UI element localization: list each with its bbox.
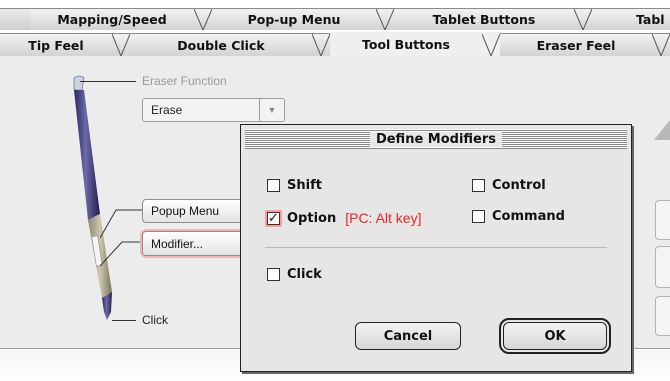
tab-divider <box>574 9 592 30</box>
leader-lines-buttons <box>100 209 142 267</box>
tab-divider <box>312 34 330 56</box>
click-checkbox[interactable] <box>267 268 280 281</box>
upper-button-popup[interactable]: Popup Menu <box>142 199 252 223</box>
option-checkbox[interactable]: ✓ <box>267 210 280 226</box>
control-checkbox-row[interactable]: Control <box>472 178 546 193</box>
tab-divider <box>194 9 212 30</box>
eraser-function-label: Eraser Function <box>142 74 227 88</box>
tab-label: Mapping/Speed <box>57 12 167 27</box>
tab-label: Double Click <box>177 37 265 53</box>
tab-label: Tool Buttons <box>362 36 450 52</box>
dialog-separator <box>265 247 607 248</box>
tab-label: Pop-up Menu <box>247 12 341 27</box>
shift-checkbox-row[interactable]: Shift <box>267 178 322 193</box>
tab-popup-menu[interactable]: Pop-up Menu <box>212 9 394 30</box>
tab-divider <box>652 34 670 56</box>
tab-label: Tablet Buttons <box>432 12 536 27</box>
leader-line-eraser <box>80 81 136 82</box>
shift-checkbox[interactable] <box>267 179 280 192</box>
edge-control-2[interactable] <box>655 246 670 288</box>
tab-row-upper: Mapping/Speed Pop-up Menu Tablet Buttons… <box>0 8 670 30</box>
upper-button-value: Popup Menu <box>151 204 220 218</box>
triangle-icon <box>654 120 670 140</box>
checkmark-icon: ✓ <box>268 210 279 226</box>
pen-illustration <box>73 75 112 320</box>
option-checkbox-row[interactable]: ✓ Option [PC: Alt key] <box>267 210 421 226</box>
dialog-titlebar[interactable]: Define Modifiers <box>245 129 627 149</box>
option-label: Option <box>287 210 337 226</box>
edge-control-3[interactable] <box>655 296 670 336</box>
click-checkbox-row[interactable]: Click <box>267 267 322 282</box>
command-checkbox-row[interactable]: Command <box>472 209 565 224</box>
tab-row-lower: Tip Feel Double Click Tool Buttons Erase… <box>0 32 670 57</box>
tab-label: Eraser Feel <box>536 37 616 53</box>
eraser-function-value: Erase <box>151 103 183 117</box>
option-pc-hint: [PC: Alt key] <box>345 210 422 226</box>
lower-button-popup[interactable]: Modifier... <box>142 231 252 256</box>
click-label: Click <box>287 267 322 282</box>
tab-eraser-feel[interactable]: Eraser Feel <box>500 34 670 56</box>
define-modifiers-dialog: Define Modifiers Shift Control ✓ Option … <box>240 124 632 372</box>
cancel-button[interactable]: Cancel <box>355 322 461 350</box>
edge-control-1[interactable] <box>655 200 670 240</box>
tab-tablet-buttons[interactable]: Tablet Buttons <box>394 9 592 30</box>
tab-divider <box>482 34 500 56</box>
dialog-title: Define Modifiers <box>369 131 503 147</box>
tab-tablet-partial[interactable]: Tabl <box>592 9 670 30</box>
tab-mapping-speed[interactable]: Mapping/Speed <box>30 9 212 30</box>
tab-label: Tabl <box>636 12 665 27</box>
tab-tool-buttons[interactable]: Tool Buttons <box>330 32 500 56</box>
control-checkbox[interactable] <box>472 179 485 192</box>
tip-label: Click <box>142 313 168 327</box>
command-label: Command <box>492 209 565 224</box>
tab-divider <box>376 9 394 30</box>
tab-double-click[interactable]: Double Click <box>130 34 330 56</box>
tab-tip-feel[interactable]: Tip Feel <box>0 34 130 56</box>
chevron-down-icon: ▼ <box>259 99 284 121</box>
tab-divider <box>112 34 130 56</box>
shift-label: Shift <box>287 178 322 193</box>
command-checkbox[interactable] <box>472 210 485 223</box>
lower-button-value: Modifier... <box>151 236 204 251</box>
tab-label: Tip Feel <box>28 37 84 53</box>
ok-button[interactable]: OK <box>499 318 611 354</box>
control-label: Control <box>492 178 546 193</box>
leader-line-tip <box>112 320 136 321</box>
eraser-function-select[interactable]: Erase ▼ <box>142 98 285 122</box>
